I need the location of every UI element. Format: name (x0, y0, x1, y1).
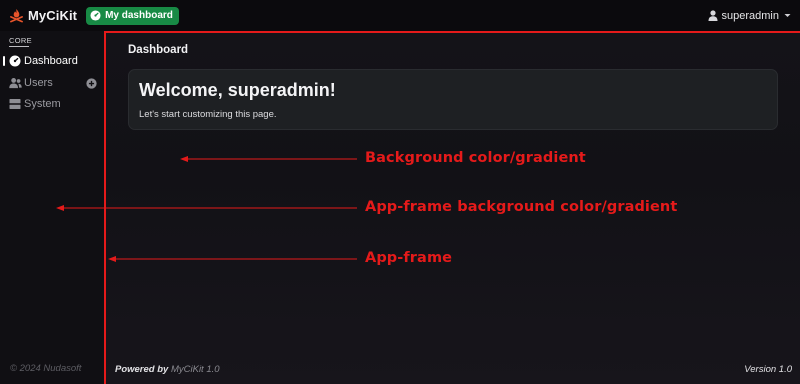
plus-circle-icon[interactable] (86, 77, 97, 89)
powered-by-label: Powered by (115, 364, 169, 375)
sidebar-item-label: Users (24, 77, 53, 89)
top-navbar: MyCiKit My dashboard superadmin (0, 0, 800, 31)
server-icon (9, 99, 21, 109)
sidebar-item-users[interactable]: Users (0, 74, 105, 92)
brand[interactable]: MyCiKit (9, 8, 77, 23)
welcome-text: Let's start customizing this page. (139, 109, 277, 120)
sidebar-item-dashboard[interactable]: Dashboard (0, 52, 105, 70)
sidebar-copyright: © 2024 Nudasoft (10, 363, 82, 374)
page-title: Dashboard (128, 44, 189, 56)
annotation-app-frame-label: App-frame (365, 250, 453, 266)
sidebar-item-system[interactable]: System (0, 95, 105, 113)
powered-by-product[interactable]: MyCiKit 1.0 (171, 364, 220, 375)
user-icon (708, 10, 718, 21)
brand-name: MyCiKit (28, 8, 78, 23)
sidebar: CORE Dashboard Users System © 2024 Nudas… (0, 31, 105, 384)
annotation-background-label: Background color/gradient (365, 150, 586, 166)
sidebar-section-heading: CORE (9, 36, 32, 45)
sidebar-item-label: System (24, 98, 61, 110)
my-dashboard-label: My dashboard (105, 10, 173, 21)
sidebar-heading-underline (9, 46, 29, 47)
gauge-icon (90, 10, 101, 21)
user-name: superadmin (721, 9, 779, 22)
campfire-logo-icon (10, 8, 23, 23)
caret-down-icon (784, 14, 791, 17)
version-label: Version 1.0 (744, 364, 792, 375)
annotation-app-frame-background-label: App-frame background color/gradient (365, 199, 678, 215)
powered-by: Powered by MyCiKit 1.0 (115, 364, 220, 375)
welcome-title: Welcome, superadmin! (139, 80, 336, 100)
user-menu[interactable]: superadmin (708, 0, 791, 31)
active-indicator (3, 56, 5, 66)
sidebar-item-label: Dashboard (24, 55, 78, 67)
gauge-icon (9, 55, 21, 67)
welcome-card: Welcome, superadmin! Let's start customi… (128, 69, 778, 130)
users-icon (9, 77, 22, 89)
my-dashboard-button[interactable]: My dashboard (86, 6, 179, 25)
